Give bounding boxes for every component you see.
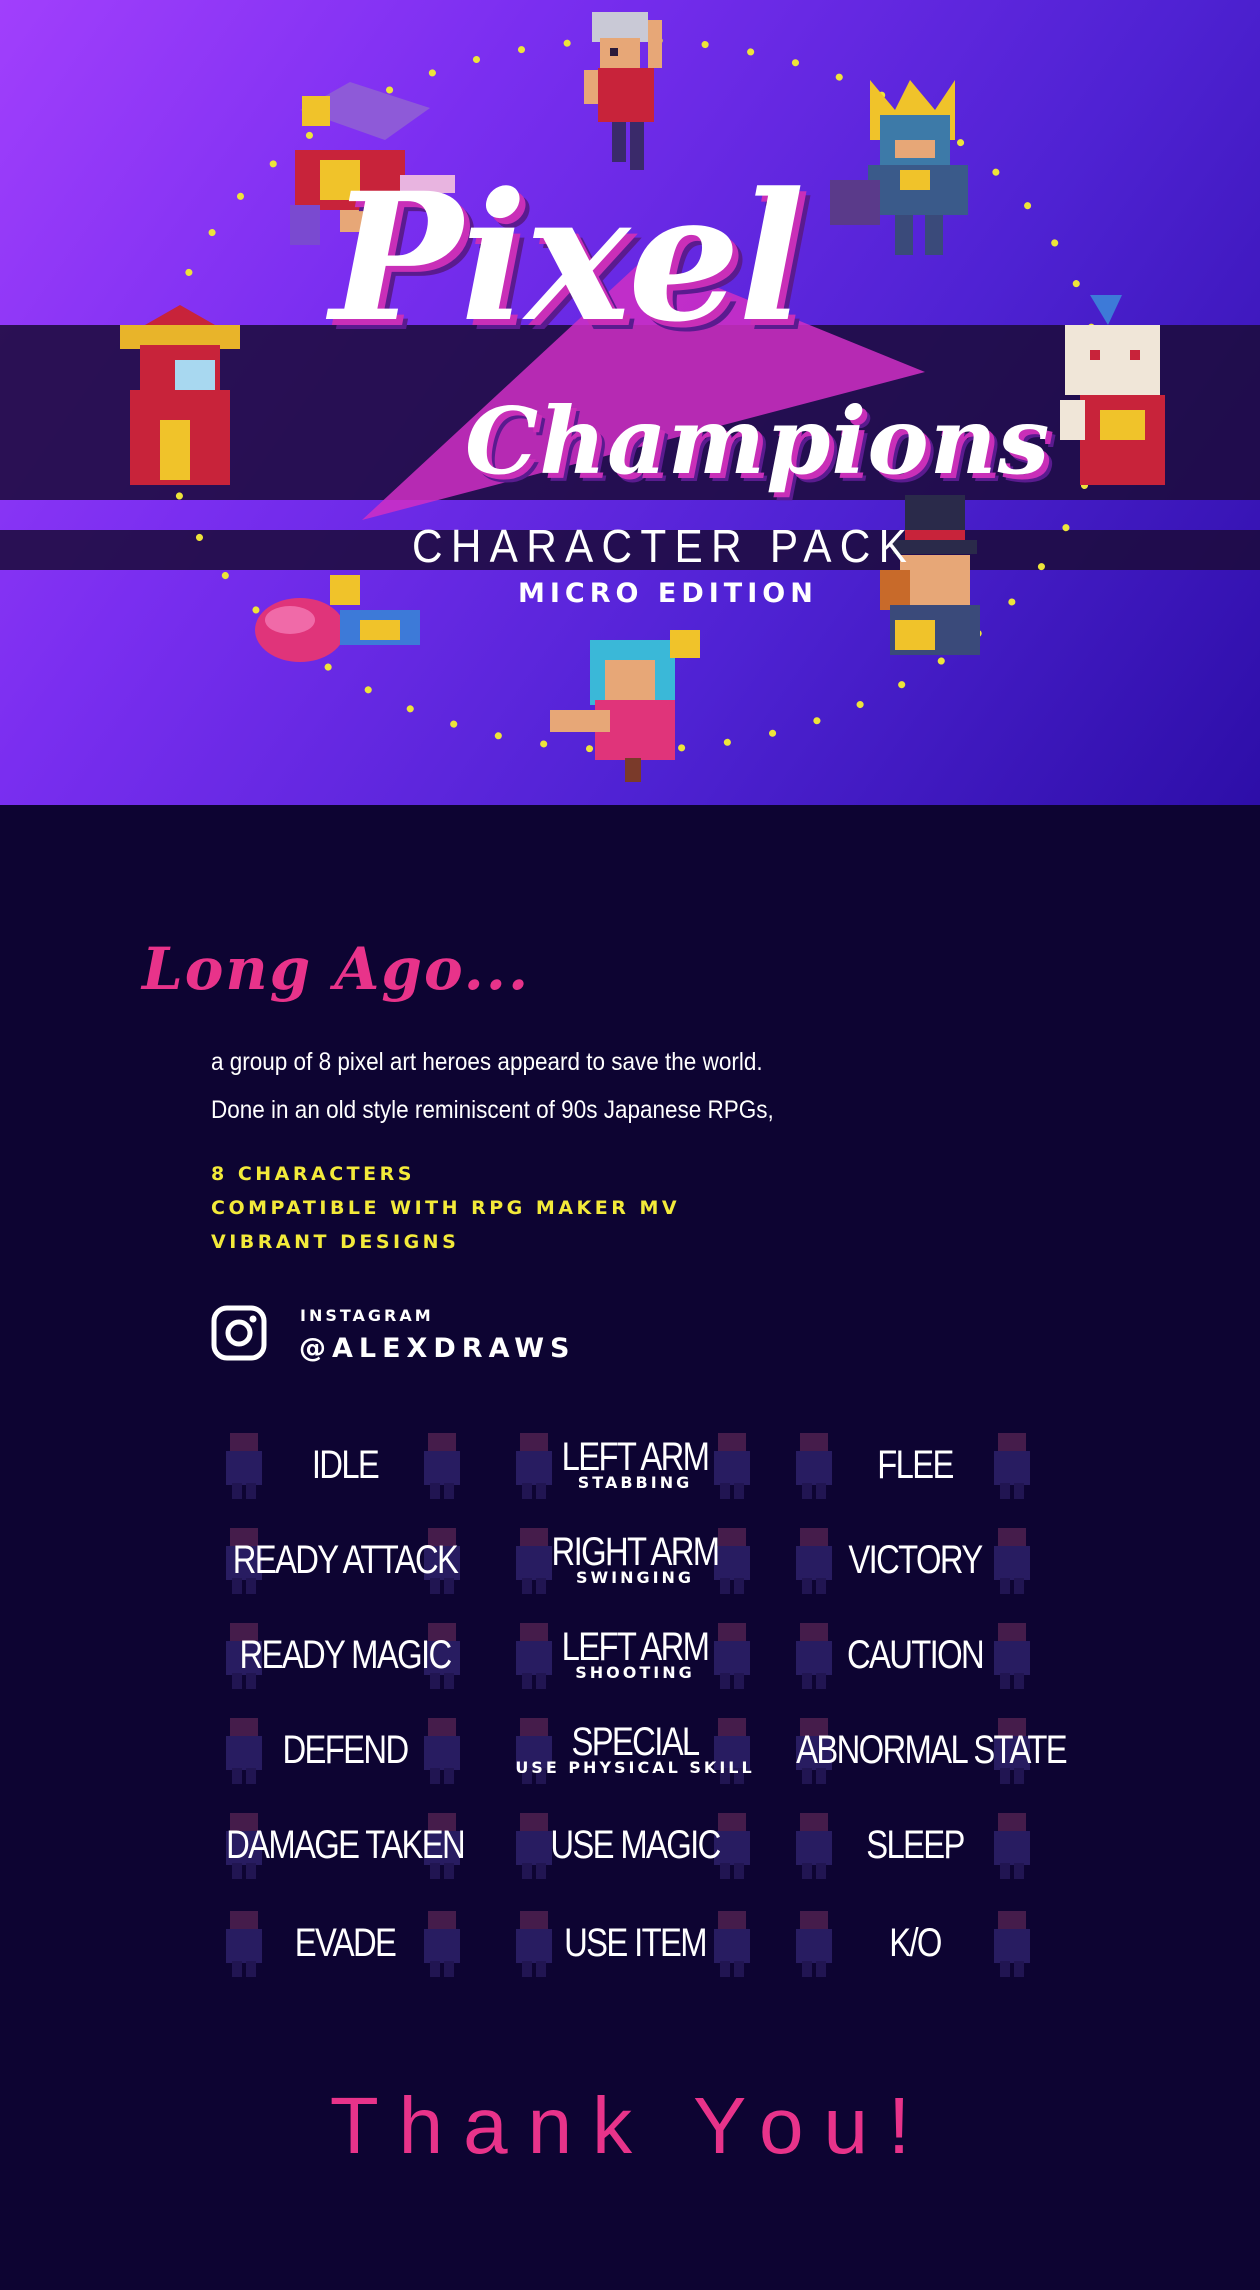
action-label: USE MAGIC xyxy=(550,1823,721,1867)
instagram-handle[interactable]: @ALEXDRAWS xyxy=(299,1333,575,1364)
action-label: SPECIAL xyxy=(571,1720,700,1764)
action-label: IDLE xyxy=(311,1443,380,1487)
action-sublabel: USE PHYSICAL SKILL xyxy=(515,1758,755,1777)
action-label: ABNORMAL STATE xyxy=(796,1728,1067,1772)
action-label: VICTORY xyxy=(848,1538,983,1582)
feature-item: COMPATIBLE WITH RPG MAKER MV xyxy=(211,1197,681,1219)
action-defend: DEFEND xyxy=(200,1710,490,1790)
action-grid: IDLE LEFT ARM STABBING FLEE READY ATTACK RIGH… xyxy=(200,1425,1068,1995)
edition-label: MICRO EDITION xyxy=(518,578,818,609)
action-damage-taken: DAMAGE TAKEN xyxy=(200,1805,490,1885)
action-sublabel: STABBING xyxy=(577,1473,693,1492)
action-sleep: SLEEP xyxy=(770,1805,1060,1885)
instagram-label: INSTAGRAM xyxy=(300,1306,434,1325)
action-label: CAUTION xyxy=(846,1633,985,1677)
action-label: DEFEND xyxy=(282,1728,409,1772)
action-k-o: K/O xyxy=(770,1903,1060,1983)
action-ready-magic: READY MAGIC xyxy=(200,1615,490,1695)
silver-haired-fighter-sprite xyxy=(584,12,662,170)
action-label: USE ITEM xyxy=(564,1921,707,1965)
title-pixel: Pixel xyxy=(330,154,805,361)
action-label: LEFT ARM xyxy=(561,1625,710,1669)
action-ready-attack: READY ATTACK xyxy=(200,1520,490,1600)
thank-you-text: Thank You! xyxy=(329,2081,931,2170)
title-champions: Champions xyxy=(465,387,1051,495)
action-label: READY MAGIC xyxy=(239,1633,452,1677)
action-caution: CAUTION xyxy=(770,1615,1060,1695)
action-label: SLEEP xyxy=(866,1823,965,1867)
action-victory: VICTORY xyxy=(770,1520,1060,1600)
action-label: EVADE xyxy=(294,1921,397,1965)
feature-item: VIBRANT DESIGNS xyxy=(211,1231,460,1253)
action-idle: IDLE xyxy=(200,1425,490,1505)
action-flee: FLEE xyxy=(770,1425,1060,1505)
action-sublabel: SHOOTING xyxy=(575,1663,695,1682)
description-line-2: Done in an old style reminiscent of 90s … xyxy=(211,1096,774,1124)
teal-haired-girl-sprite xyxy=(550,630,700,782)
subtitle-character-pack: CHARACTER PACK xyxy=(412,520,916,572)
action-right-arm-swinging: RIGHT ARM SWINGING xyxy=(490,1520,780,1600)
instagram-icon[interactable] xyxy=(211,1305,267,1361)
action-abnormal-state: ABNORMAL STATE xyxy=(770,1710,1068,1790)
action-label: READY ATTACK xyxy=(232,1538,459,1582)
action-left-arm-shooting: LEFT ARM SHOOTING xyxy=(490,1615,780,1695)
action-label: K/O xyxy=(889,1921,942,1965)
action-label: DAMAGE TAKEN xyxy=(226,1823,466,1867)
action-use-magic: USE MAGIC xyxy=(490,1805,780,1885)
action-special-use-physical-skill: SPECIAL USE PHYSICAL SKILL xyxy=(490,1710,780,1790)
top-hat-gentleman-sprite xyxy=(880,495,980,655)
horned-knight-sprite xyxy=(830,80,968,255)
section-heading: Long Ago... xyxy=(142,935,531,1003)
action-label: LEFT ARM xyxy=(561,1435,710,1479)
action-evade: EVADE xyxy=(200,1903,490,1983)
feature-item: 8 CHARACTERS xyxy=(211,1163,415,1185)
feature-list: 8 CHARACTERS COMPATIBLE WITH RPG MAKER M… xyxy=(211,1162,680,1264)
action-use-item: USE ITEM xyxy=(490,1903,780,1983)
description-line-1: a group of 8 pixel art heroes appeard to… xyxy=(211,1048,763,1076)
red-mage-sprite xyxy=(120,305,240,485)
hero-banner: Pixel Champions CHARACTER PACK MICRO EDI… xyxy=(0,0,1260,805)
action-sublabel: SWINGING xyxy=(575,1568,695,1587)
pink-dancer-sprite xyxy=(255,575,420,662)
action-label: FLEE xyxy=(877,1443,954,1487)
action-left-arm-stabbing: LEFT ARM STABBING xyxy=(490,1425,780,1505)
action-label: RIGHT ARM xyxy=(551,1530,721,1574)
